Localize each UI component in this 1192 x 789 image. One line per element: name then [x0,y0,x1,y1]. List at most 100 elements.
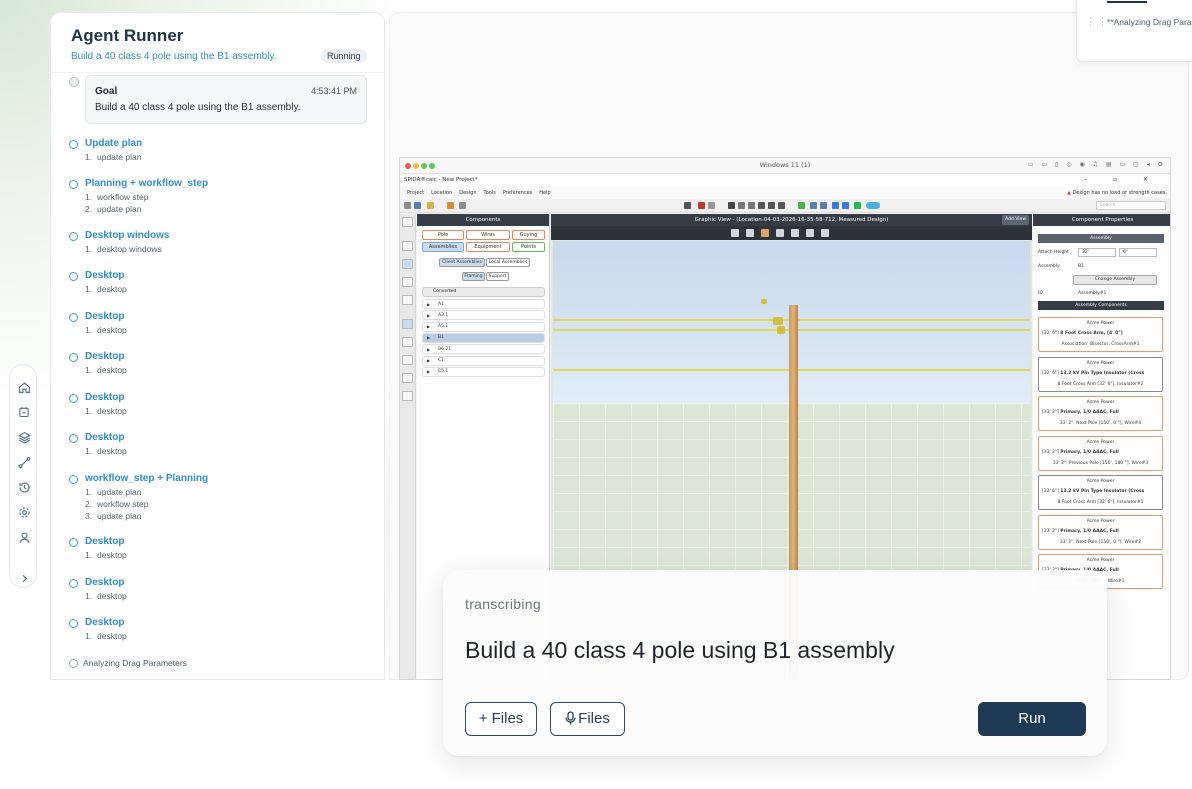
route-icon[interactable] [14,452,34,472]
step-substep: 1. update plan [85,152,141,162]
attach-height-feet-input[interactable]: 32' [1078,248,1116,257]
step-title[interactable]: Desktop [85,311,124,322]
step-title[interactable]: Desktop windows [85,230,169,241]
tree-item[interactable]: A5.1 [422,321,545,332]
drag-handle-icon[interactable]: ⋮⋮ [1085,15,1109,28]
step-title[interactable]: Desktop [85,577,124,588]
graphic-view-tools [551,226,1032,240]
user-icon[interactable] [14,527,34,547]
goal-status-dot [69,77,79,87]
tab-assemblies[interactable]: Assemblies [422,242,464,252]
step-title[interactable]: Desktop [85,617,124,628]
tree-item[interactable]: B1 [422,332,545,343]
voice-files-button[interactable]: Files [550,702,625,736]
prompt-text[interactable]: Build a 40 class 4 pole using B1 assembl… [465,637,895,664]
window-controls[interactable]: – ▫ ✕ [1084,176,1160,183]
local-assemblies-button[interactable]: Local Assemblies [486,258,530,267]
home-icon[interactable] [14,377,34,397]
step-title[interactable]: Planning + workflow_step [85,178,208,189]
id-value: Assembly#1 [1078,291,1107,296]
menu-item[interactable]: Help [539,190,550,196]
activity-mini-card: ⋮⋮ **Analyzing Drag Para [1076,0,1192,62]
card-owner: Acme Power [1086,439,1115,445]
step-status-icon [69,475,78,484]
card-detail: Association: Bisector, CrossArm#1 [1061,342,1140,347]
change-assembly-button[interactable]: Change Assembly [1073,275,1157,285]
card-main: [33' 2"] Primary, 1/0 AAAC, Full [1042,528,1119,534]
add-view-button[interactable]: Add View [1002,215,1029,225]
step-title[interactable]: Desktop [85,392,124,403]
assembly-component-card[interactable]: Acme Power [32' 6"] 13.2 kV Pin Type Insu… [1038,475,1163,510]
substep-number: 1. [85,591,93,601]
step-status-icon [69,619,78,628]
tree-item[interactable]: C5.1 [422,366,545,377]
step-substep: 1. desktop [85,591,127,601]
attach-height-inches-input[interactable]: 6" [1119,248,1157,257]
step-substep: 1. desktop [85,365,127,375]
step-status-icon [69,180,78,189]
tab-pole[interactable]: Pole [422,230,464,240]
tab-points[interactable]: Points [512,242,545,252]
substep-text: desktop [97,631,127,641]
menu-item[interactable]: Tools [484,190,496,196]
layers-icon[interactable] [14,427,34,447]
substep-text: update plan [97,204,142,214]
tree-item[interactable]: A3.1 [422,310,545,321]
substep-text: workflow step [97,499,149,509]
substep-number: 1. [85,631,93,641]
step-status-icon [69,538,78,547]
menu-item[interactable]: Design [459,190,476,196]
assembly-component-card[interactable]: Acme Power [32' 6"] 13.2 kV Pin Type Insu… [1038,356,1163,392]
tree-item[interactable]: B6.21 [422,344,545,355]
goal-text: Build a 40 class 4 pole using the B1 ass… [95,102,301,113]
add-files-button[interactable]: + Files [465,702,537,736]
assembly-section-header: Assembly [1038,234,1164,243]
history-icon[interactable] [14,477,34,497]
card-owner: Acme Power [1086,360,1115,366]
step-title[interactable]: workflow_step + Planning [85,473,208,484]
step-title[interactable]: Update plan [85,138,142,149]
microphone-icon [565,705,576,737]
app-search-input[interactable]: Search [1096,201,1166,210]
menu-item[interactable]: Project [407,190,424,196]
step-substep: 1. desktop [85,550,127,560]
tree-item[interactable]: A1 [422,299,545,309]
assembly-component-card[interactable]: Acme Power [33' 2"] Primary, 1/0 AAAC, Fu… [1038,396,1163,431]
client-assemblies-button[interactable]: Client Assemblies [439,258,485,267]
step-status-icon [69,232,78,241]
nav-rail [9,364,37,588]
step-title[interactable]: Desktop [85,432,124,443]
step-title[interactable]: Desktop [85,270,124,281]
assembly-component-card[interactable]: Acme Power [33' 2"] Primary, 1/0 AAAC, Fu… [1038,514,1163,550]
card-owner: Acme Power [1086,558,1115,563]
chevron-right-icon[interactable] [14,568,34,588]
step-status-icon [69,579,78,588]
menu-item[interactable]: Preferences [503,190,532,196]
framing-button[interactable]: Framing [462,272,485,281]
mini-card-text: **Analyzing Drag Para [1107,17,1192,27]
support-button[interactable]: Support [486,272,509,281]
step-substep: 1. workflow step [85,192,149,202]
assembly-components-header: Assembly Components [1038,301,1164,310]
tab-guying[interactable]: Guying [512,230,545,240]
settings-icon[interactable] [14,502,34,522]
step-title[interactable]: Desktop [85,351,124,362]
step-status-icon [69,394,78,403]
run-button[interactable]: Run [978,702,1086,736]
assembly-component-card[interactable]: Acme Power [33' 2"] Primary, 1/0 AAAC, Fu… [1038,435,1163,471]
insulator [777,326,785,334]
analyzing-text: Analyzing Drag Parameters [83,658,187,668]
calendar-icon[interactable] [14,402,34,422]
attach-height-label: Attach Height [1038,250,1069,255]
task-subtitle: Build a 40 class 4 pole using the B1 ass… [71,51,277,62]
tab-equipment[interactable]: Equipment [466,242,510,252]
tree-item[interactable]: C1 [422,355,545,366]
tab-wires[interactable]: Wires [466,230,510,240]
tree-group-converted[interactable]: Converted [422,287,545,297]
step-title[interactable]: Desktop [85,536,124,547]
app-left-toolstrip [400,214,416,679]
substep-text: update plan [97,152,142,162]
menu-item[interactable]: Location [431,190,452,196]
assembly-component-card[interactable]: Acme Power [32' 6"] 8 Foot Cross Arm, [4'… [1038,317,1163,352]
substep-text: desktop [97,406,127,416]
